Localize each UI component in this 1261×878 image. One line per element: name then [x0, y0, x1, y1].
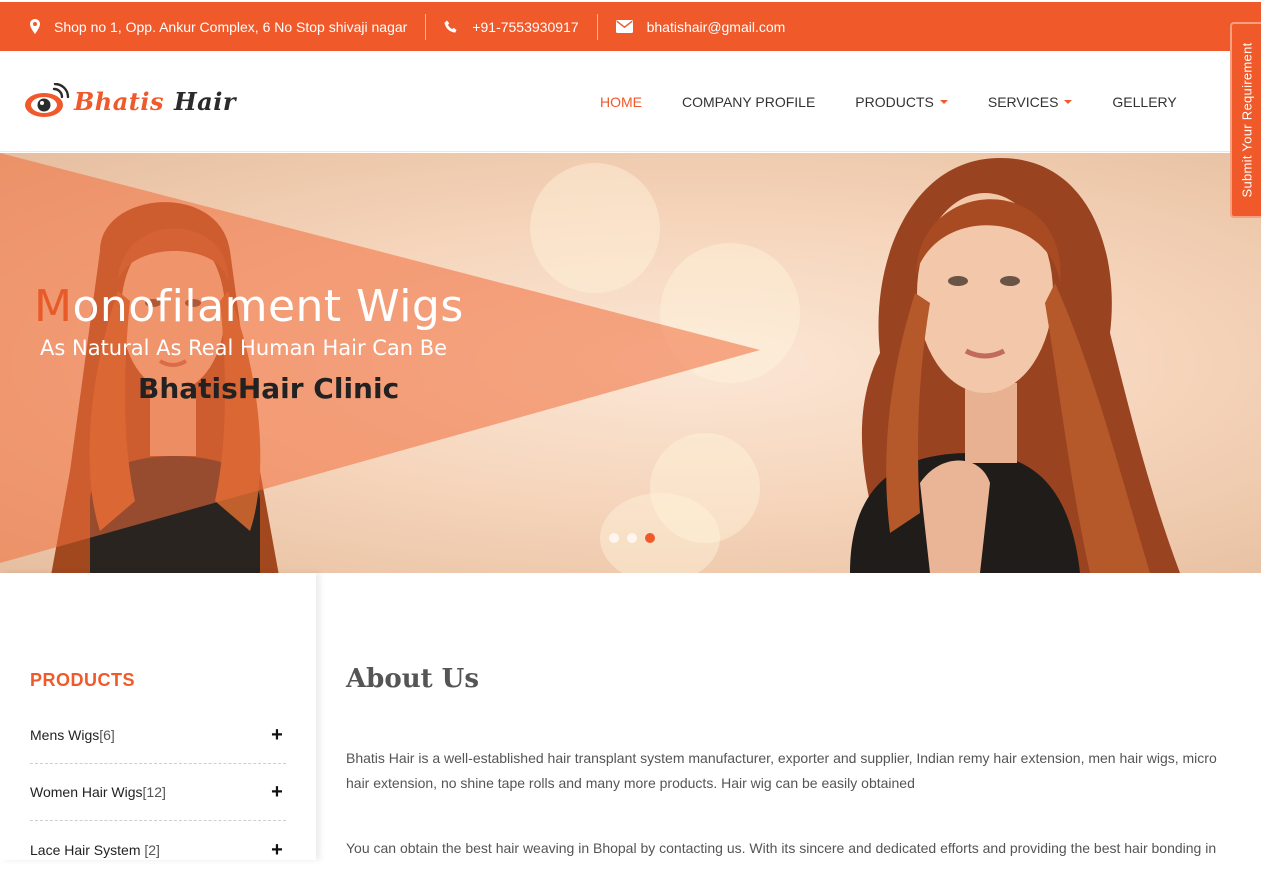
email-item[interactable]: bhatishair@gmail.com — [596, 13, 804, 40]
nav-home[interactable]: HOME — [580, 94, 662, 110]
model-right-image — [850, 158, 1180, 573]
list-item-label: Mens Wigs[6] — [30, 727, 115, 743]
logo-text-part1: Bhatis — [74, 86, 164, 116]
product-category-list: Mens Wigs[6] + Women Hair Wigs[12] + Lac… — [30, 707, 286, 878]
slide-title-rest: onofilament Wigs — [72, 281, 464, 332]
list-item-label: Lace Hair System [2] — [30, 842, 160, 858]
plus-icon[interactable]: + — [268, 840, 286, 860]
top-contact-bar: Shop no 1, Opp. Ankur Complex, 6 No Stop… — [0, 2, 1261, 51]
nav-gallery[interactable]: GELLERY — [1092, 94, 1196, 110]
hero-slider[interactable]: Monofilament Wigs As Natural As Real Hum… — [0, 153, 1261, 573]
sidebar-item-mens-wigs[interactable]: Mens Wigs[6] + — [30, 707, 286, 764]
phone-text[interactable]: +91-7553930917 — [472, 19, 578, 35]
about-paragraph-1: Bhatis Hair is a well-established hair t… — [346, 750, 1217, 791]
nav-services-label: SERVICES — [987, 93, 1059, 110]
logo-eye-icon — [25, 83, 70, 117]
address-item: Shop no 1, Opp. Ankur Complex, 6 No Stop… — [0, 14, 425, 40]
map-marker-icon — [30, 19, 40, 34]
about-paragraph-2: You can obtain the best hair weaving in … — [346, 840, 1217, 856]
sidebar-item-lace-hair-system[interactable]: Lace Hair System [2] + — [30, 821, 286, 878]
logo-text-part2: Hair — [174, 86, 236, 116]
plus-icon[interactable]: + — [268, 782, 286, 802]
sidebar-title: PRODUCTS — [30, 670, 136, 690]
category-name: Women Hair Wigs — [30, 784, 143, 800]
category-count: [12] — [142, 784, 166, 800]
about-section: About Us Bhatis Hair is a well-establish… — [346, 573, 1241, 861]
list-item-label: Women Hair Wigs[12] — [30, 784, 166, 800]
plus-icon[interactable]: + — [268, 725, 286, 745]
slider-dot-1[interactable] — [609, 533, 619, 543]
submit-requirement-tab[interactable]: Submit Your Requirement — [1230, 22, 1261, 218]
nav-gallery-label: GELLERY — [1112, 93, 1177, 110]
nav-home-label: HOME — [600, 93, 642, 110]
category-count: [6] — [99, 727, 115, 743]
phone-item[interactable]: +91-7553930917 — [425, 13, 596, 40]
envelope-icon — [615, 20, 633, 33]
nav-products[interactable]: PRODUCTS — [835, 94, 968, 110]
site-logo[interactable]: Bhatis Hair — [24, 83, 236, 119]
nav-company-profile-label: COMPANY PROFILE — [682, 93, 816, 110]
caret-down-icon — [1064, 99, 1073, 104]
submit-requirement-label: Submit Your Requirement — [1239, 42, 1254, 198]
slider-dot-3[interactable] — [645, 533, 655, 543]
category-name: Mens Wigs — [30, 727, 100, 743]
slide-subtitle: As Natural As Real Human Hair Can Be — [40, 336, 448, 360]
email-text[interactable]: bhatishair@gmail.com — [647, 19, 786, 35]
slide-title-first-letter: M — [34, 281, 73, 332]
address-text: Shop no 1, Opp. Ankur Complex, 6 No Stop… — [54, 18, 408, 35]
hero-caption: Monofilament Wigs As Natural As Real Hum… — [34, 281, 464, 405]
sidebar-item-women-hair-wigs[interactable]: Women Hair Wigs[12] + — [30, 764, 286, 821]
slider-dot-2[interactable] — [627, 533, 637, 543]
phone-icon — [444, 20, 457, 33]
nav-services[interactable]: SERVICES — [968, 94, 1093, 110]
slide-brand: BhatisHair Clinic — [138, 372, 400, 405]
caret-down-icon — [939, 99, 948, 104]
site-header: Bhatis Hair HOME COMPANY PROFILE PRODUCTS… — [0, 51, 1261, 152]
nav-products-label: PRODUCTS — [855, 93, 934, 110]
slide-title: Monofilament Wigs — [34, 281, 464, 332]
products-sidebar: PRODUCTS Mens Wigs[6] + Women Hair Wigs[… — [0, 573, 316, 860]
logo-text: Bhatis Hair — [74, 87, 236, 116]
slider-dots — [609, 533, 655, 543]
category-name: Lace Hair System — [30, 841, 145, 858]
main-nav: HOME COMPANY PROFILE PRODUCTS SERVICES G… — [580, 51, 1197, 152]
nav-company-profile[interactable]: COMPANY PROFILE — [662, 94, 835, 110]
category-count: [2] — [144, 841, 160, 858]
about-title: About Us — [346, 664, 479, 694]
